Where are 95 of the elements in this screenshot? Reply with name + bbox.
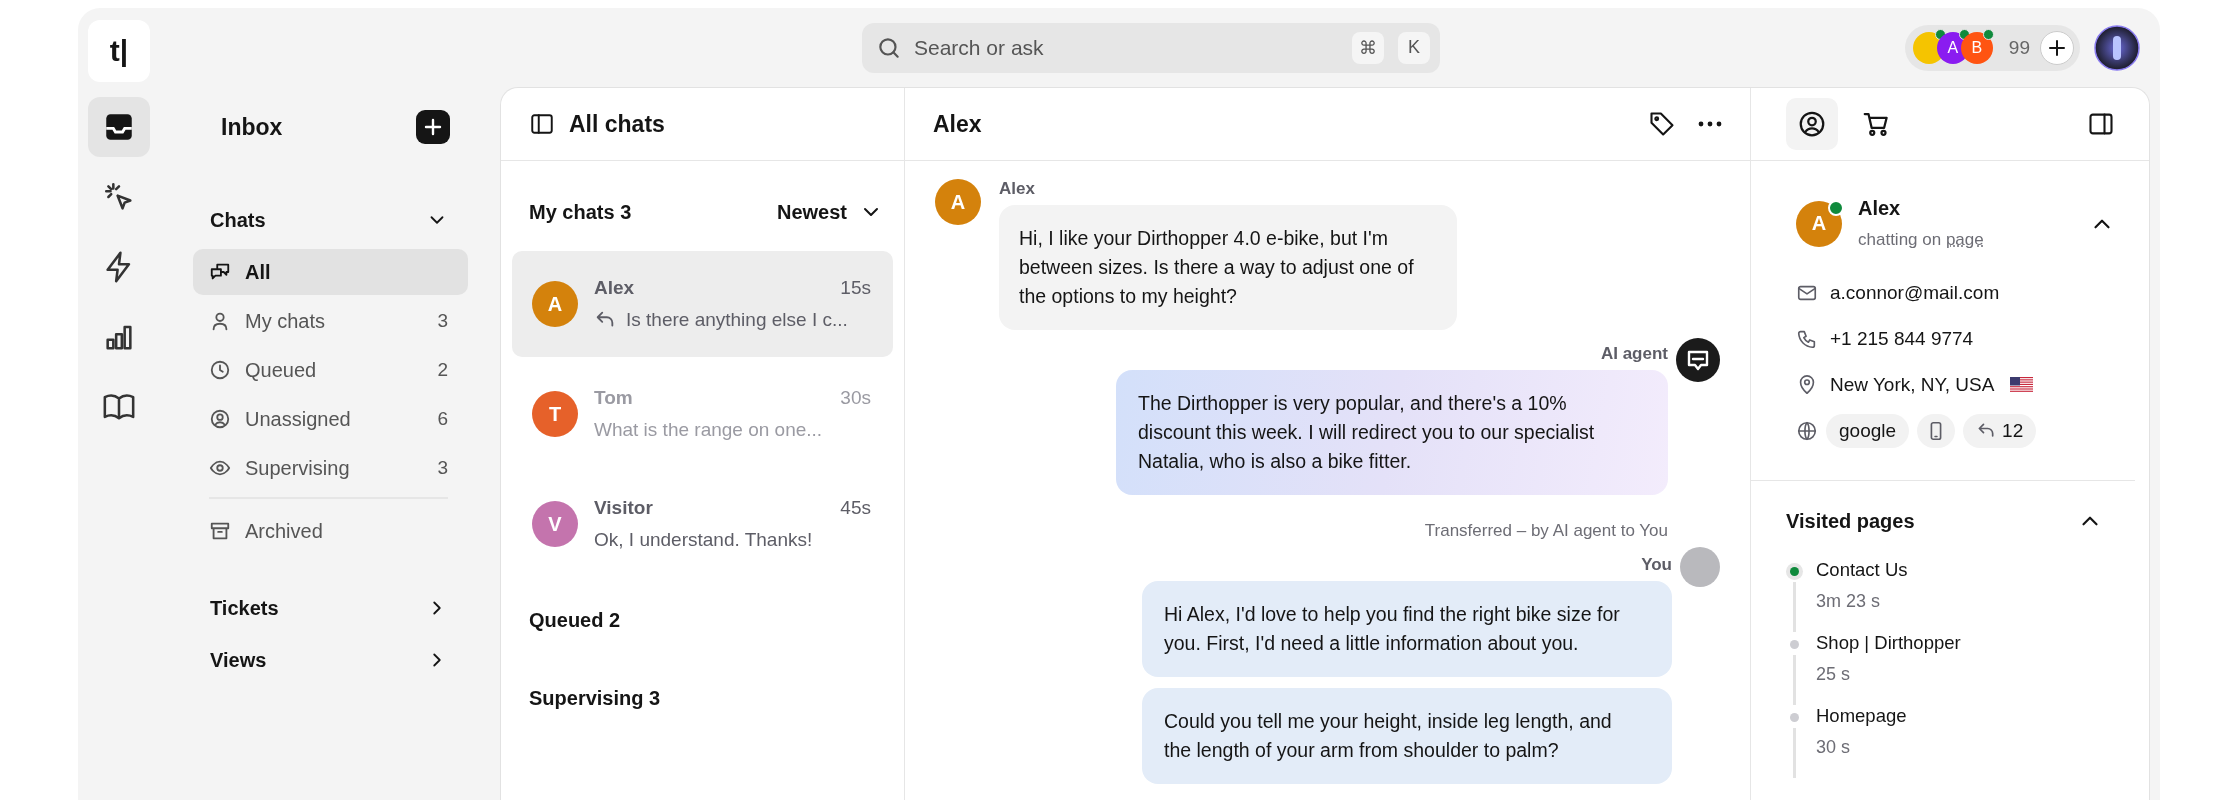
status-text: chatting on page: [1858, 230, 1985, 250]
contact-name: Alex: [594, 277, 635, 299]
author-name: Alex: [999, 179, 1036, 199]
message-bubble: Could you tell me your height, inside leg length, and the length of your arm from shoulder to palm?: [1142, 688, 1672, 784]
message-bubble: Hi, I like your Dirthopper 4.0 e-bike, but I'm between sizes. Is there a way to adjust one of the options to my height?: [999, 205, 1457, 330]
avatar: V: [532, 501, 578, 547]
profile-tab[interactable]: [1786, 98, 1838, 150]
new-chat-button[interactable]: [416, 110, 450, 144]
panel-title: Inbox: [221, 113, 283, 141]
time-label: 45s: [840, 497, 871, 519]
section-title: Visited pages: [1786, 509, 1915, 533]
detail-text: New York, NY, USA: [1830, 374, 1995, 396]
avatar: T: [532, 391, 578, 437]
avatar: A: [935, 179, 981, 225]
nav-count: 6: [437, 408, 448, 430]
tag-button[interactable]: [1648, 110, 1676, 138]
page-duration: 25 s: [1816, 664, 1852, 685]
visits-count: 12: [2002, 420, 2024, 442]
page-duration: 30 s: [1816, 737, 1852, 758]
agents-pill[interactable]: A B 99: [1904, 24, 2080, 71]
section-header[interactable]: Tickets: [193, 588, 468, 628]
agent-avatar: B: [1960, 31, 1993, 64]
user-circle-icon: [1797, 109, 1827, 139]
more-icon: [1698, 121, 1722, 127]
time-label: 15s: [840, 277, 871, 299]
nav-item[interactable]: Supervising 3: [193, 445, 468, 491]
sidebar-icon: [529, 111, 555, 137]
tag-icon: [1648, 110, 1676, 138]
search-input[interactable]: Search or ask: [912, 34, 1338, 61]
group-title: My chats 3: [529, 200, 632, 224]
detail-text: a.connor@mail.com: [1830, 282, 2000, 304]
message-preview: Is there anything else I c...: [626, 309, 848, 331]
nav-item[interactable]: All: [193, 249, 468, 295]
group-title: Queued 2: [529, 608, 621, 632]
inbox-button[interactable]: [88, 97, 150, 157]
section-header[interactable]: Visited pages: [1786, 499, 2115, 543]
nav-count: 2: [437, 359, 448, 381]
contact-name: Tom: [594, 387, 633, 409]
author-name: AI agent: [1600, 344, 1668, 364]
message-preview: Ok, I understand. Thanks!: [594, 529, 813, 551]
nav-label: My chats: [245, 309, 327, 333]
section-title: Tickets: [210, 596, 279, 620]
time-label: 30s: [840, 387, 871, 409]
search-field[interactable]: Search or ask ⌘ K: [862, 22, 1440, 73]
shortcut-key: ⌘: [1352, 31, 1384, 64]
conversation-title: Alex: [933, 110, 982, 138]
clock-icon: [209, 359, 231, 381]
sort-dropdown[interactable]: Newest: [776, 200, 883, 224]
page-duration: 3m 23 s: [1816, 591, 1882, 612]
section-header[interactable]: Chats: [193, 200, 468, 240]
nav-item[interactable]: Archived: [193, 508, 468, 554]
chat-item[interactable]: V Visitor 45s Ok, I understand. Thanks!: [512, 471, 893, 577]
source-chip: google: [1826, 414, 1910, 448]
contact-name: Visitor: [594, 497, 653, 519]
column-title: All chats: [569, 110, 665, 138]
shortcut-key: K: [1398, 31, 1430, 64]
globe-icon: [1796, 420, 1818, 442]
author-name: You: [1641, 555, 1672, 575]
page-title: Shop | Dirthopper: [1816, 632, 1961, 654]
nav-count: 3: [437, 457, 448, 479]
nav-label: Supervising: [245, 456, 351, 480]
avatar: A: [1796, 200, 1842, 247]
nav-item[interactable]: Unassigned 6: [193, 396, 468, 442]
transfer-note: Transferred – by AI agent to You: [1424, 521, 1668, 541]
avatar-placeholder: [1680, 547, 1720, 587]
nav-label: Archived: [245, 519, 324, 543]
nav-item[interactable]: Queued 2: [193, 347, 468, 393]
archive-icon: [209, 520, 231, 542]
contact-name: Alex: [1858, 197, 1902, 220]
more-button[interactable]: [1698, 121, 1722, 127]
nav-label: All: [245, 260, 272, 284]
message-bubble: The Dirthopper is very popular, and there's a 10% discount this week. I will redirect you to our specialist Natalia, who is also a bike fitter.: [1116, 370, 1668, 495]
nav-item[interactable]: My chats 3: [193, 298, 468, 344]
group-title: Supervising 3: [529, 686, 661, 710]
detail-text: +1 215 844 9774: [1830, 328, 1974, 350]
nav-label: Queued: [245, 358, 318, 382]
section-header[interactable]: Views: [193, 640, 468, 680]
page-title: Homepage: [1816, 705, 1907, 727]
page-title: Contact Us: [1816, 559, 1908, 581]
nav-count: 3: [437, 310, 448, 332]
chat-item[interactable]: A Alex 15s Is there anything else I c...: [512, 251, 893, 357]
app-logo: t|: [88, 19, 150, 82]
user-circle-icon: [209, 408, 231, 430]
message-preview: What is the range on one...: [594, 419, 823, 441]
message-bubble: Hi Alex, I'd love to help you find the right bike size for you. First, I'd need a little information about you.: [1142, 581, 1672, 677]
phone-icon: [1796, 328, 1818, 350]
avatar: A: [532, 281, 578, 327]
agent-count: 99: [2008, 36, 2030, 59]
add-button[interactable]: [2040, 30, 2074, 65]
nav-label: Unassigned: [245, 407, 352, 431]
section-title: Views: [210, 648, 267, 672]
orb-icon[interactable]: [2094, 24, 2140, 71]
section-title: Chats: [210, 208, 266, 232]
chat-bot-icon: [1676, 338, 1720, 382]
page-link[interactable]: page: [1945, 230, 1984, 249]
